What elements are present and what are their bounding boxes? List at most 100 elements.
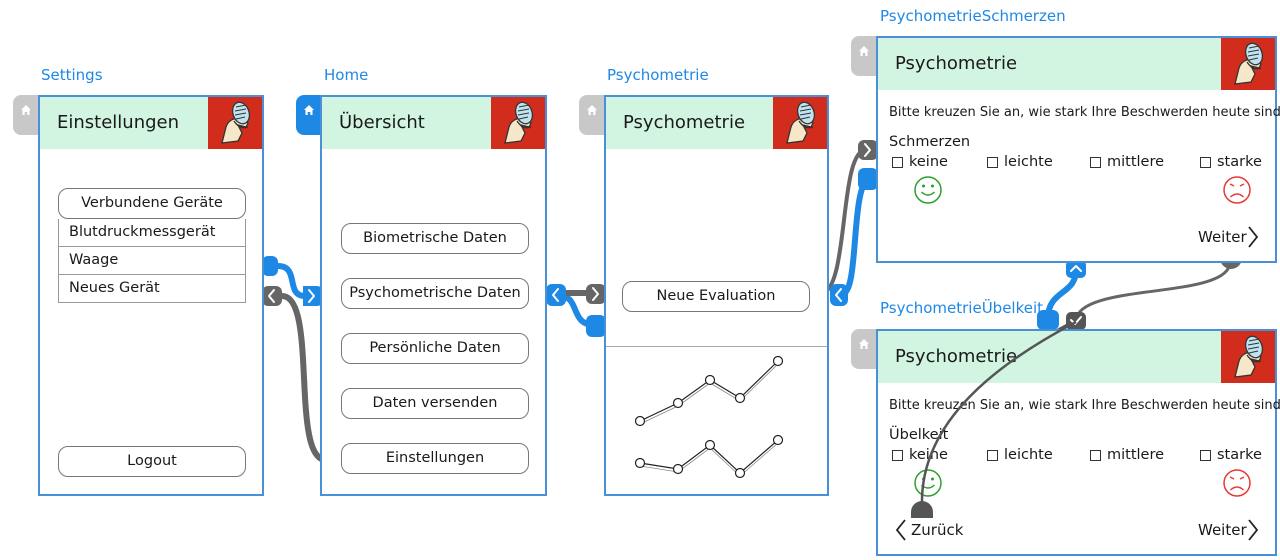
option-label: keine [909,447,948,463]
instruction-text: Bitte kreuzen Sie an, wie stark Ihre Bes… [889,105,1280,120]
psychometrische-daten-button[interactable]: Psychometrische Daten [341,278,529,309]
hand-logo-icon [504,101,534,144]
checkbox-icon[interactable] [1090,449,1101,461]
port-uebelkeit-in-gray [1066,312,1086,330]
header-uebelkeit: Psychometrie [878,331,1275,383]
home-icon [859,46,869,56]
screen-home: Übersicht Biometrische Daten Psychometri… [320,95,547,496]
weiter-button[interactable]: Weiter [1198,521,1247,539]
app-logo [491,97,545,149]
neue-evaluation-button[interactable]: Neue Evaluation [622,281,810,312]
screen-label-schmerzen: PsychometrieSchmerzen [880,7,1066,25]
device-item-neues-geraet[interactable]: Neues Gerät [58,275,246,303]
app-logo [1221,331,1275,383]
home-icon [21,105,31,115]
option-keine[interactable]: keine [892,447,948,463]
page-title: Einstellungen [57,112,180,133]
evaluation-history-graphic [634,355,784,479]
screen-label-uebelkeit: PsychometrieÜbelkeit [880,299,1044,317]
instruction-text: Bitte kreuzen Sie an, wie stark Ihre Bes… [889,398,1280,413]
persoenliche-daten-button[interactable]: Persönliche Daten [341,333,529,364]
option-label: leichte [1004,447,1053,463]
port-schmerzen-in-blue [858,168,878,190]
page-title: Psychometrie [895,346,1018,367]
option-starke[interactable]: starke [1200,447,1262,463]
home-icon [859,339,869,349]
header-schmerzen: Psychometrie [878,38,1275,90]
header-home: Übersicht [322,97,545,149]
header-psychometrie: Psychometrie [606,97,827,149]
screen-settings: Einstellungen Verbundene Geräte Blutdruc… [38,95,264,496]
device-item-blutdruck[interactable]: Blutdruckmessgerät [58,219,246,247]
chevron-left-icon[interactable] [894,518,908,542]
home-icon [587,105,597,115]
checkbox-icon[interactable] [987,156,998,168]
hand-logo-icon [1234,335,1264,378]
logout-button[interactable]: Logout [58,446,246,477]
flow-diagram: Settings Einstellungen Verbundene Geräte… [0,0,1280,560]
hand-logo-icon [221,101,251,144]
port-psycho-in-gray [586,284,606,304]
option-label: starke [1217,447,1262,463]
home-icon [304,105,314,115]
einstellungen-button[interactable]: Einstellungen [341,443,529,474]
smiley-happy-icon [914,469,942,497]
screen-label-settings: Settings [41,66,103,84]
port-psycho-in-blue [586,315,606,337]
app-logo [208,97,262,149]
option-label: keine [909,154,948,170]
weiter-label: Weiter [1198,521,1247,539]
home-tab-schmerzen[interactable] [851,36,877,76]
biometrische-daten-button[interactable]: Biometrische Daten [341,223,529,254]
question-label: Schmerzen [889,134,971,150]
screen-label-home: Home [324,66,369,84]
port-settings-in-gray [262,286,282,306]
option-label: mittlere [1107,154,1165,170]
option-leichte[interactable]: leichte [987,447,1053,463]
home-tab-psychometrie[interactable] [579,95,605,135]
app-logo [773,97,827,149]
checkbox-icon[interactable] [1200,449,1211,461]
chevron-right-icon[interactable] [1246,225,1260,249]
option-label: mittlere [1107,447,1165,463]
checkbox-icon[interactable] [987,449,998,461]
question-label: Übelkeit [889,427,949,443]
chevron-right-icon[interactable] [1246,518,1260,542]
option-starke[interactable]: starke [1200,154,1262,170]
history-line-1-shadow [639,363,779,425]
screen-schmerzen: Psychometrie Bitte kreuzen Sie an, wie s… [876,36,1280,263]
hand-logo-icon [1234,42,1264,85]
option-mittlere[interactable]: mittlere [1090,447,1164,463]
history-line-1 [639,360,779,422]
weiter-button[interactable]: Weiter [1198,228,1247,246]
option-keine[interactable]: keine [892,154,948,170]
option-label: starke [1217,154,1262,170]
verbundene-geraete-button[interactable]: Verbundene Geräte [58,188,246,219]
home-tab-home[interactable] [296,95,322,135]
smiley-sad-icon [1223,176,1251,204]
port-home-out-blue [546,284,566,306]
page-title: Psychometrie [895,53,1018,74]
header-settings: Einstellungen [40,97,262,149]
option-label: leichte [1004,154,1053,170]
daten-versenden-button[interactable]: Daten versenden [341,388,529,419]
zurueck-button[interactable]: Zurück [911,521,963,539]
zurueck-label: Zurück [911,521,964,539]
checkbox-icon[interactable] [892,156,903,168]
checkbox-icon[interactable] [1090,156,1101,168]
home-tab-uebelkeit[interactable] [851,329,877,369]
port-psycho-out-blue [830,284,848,306]
port-settings-out-blue [262,256,278,276]
device-item-waage[interactable]: Waage [58,247,246,275]
smiley-happy-icon [914,176,942,204]
app-logo [1221,38,1275,90]
screen-psychometrie: Psychometrie Neue Evaluation [604,95,829,496]
checkbox-icon[interactable] [1200,156,1211,168]
hand-logo-icon [786,101,816,144]
option-mittlere[interactable]: mittlere [1090,154,1164,170]
checkbox-icon[interactable] [892,449,903,461]
screen-uebelkeit: Psychometrie Bitte kreuzen Sie an, wie s… [876,329,1280,556]
home-tab-settings[interactable] [13,95,39,135]
weiter-label: Weiter [1198,228,1247,246]
option-leichte[interactable]: leichte [987,154,1053,170]
